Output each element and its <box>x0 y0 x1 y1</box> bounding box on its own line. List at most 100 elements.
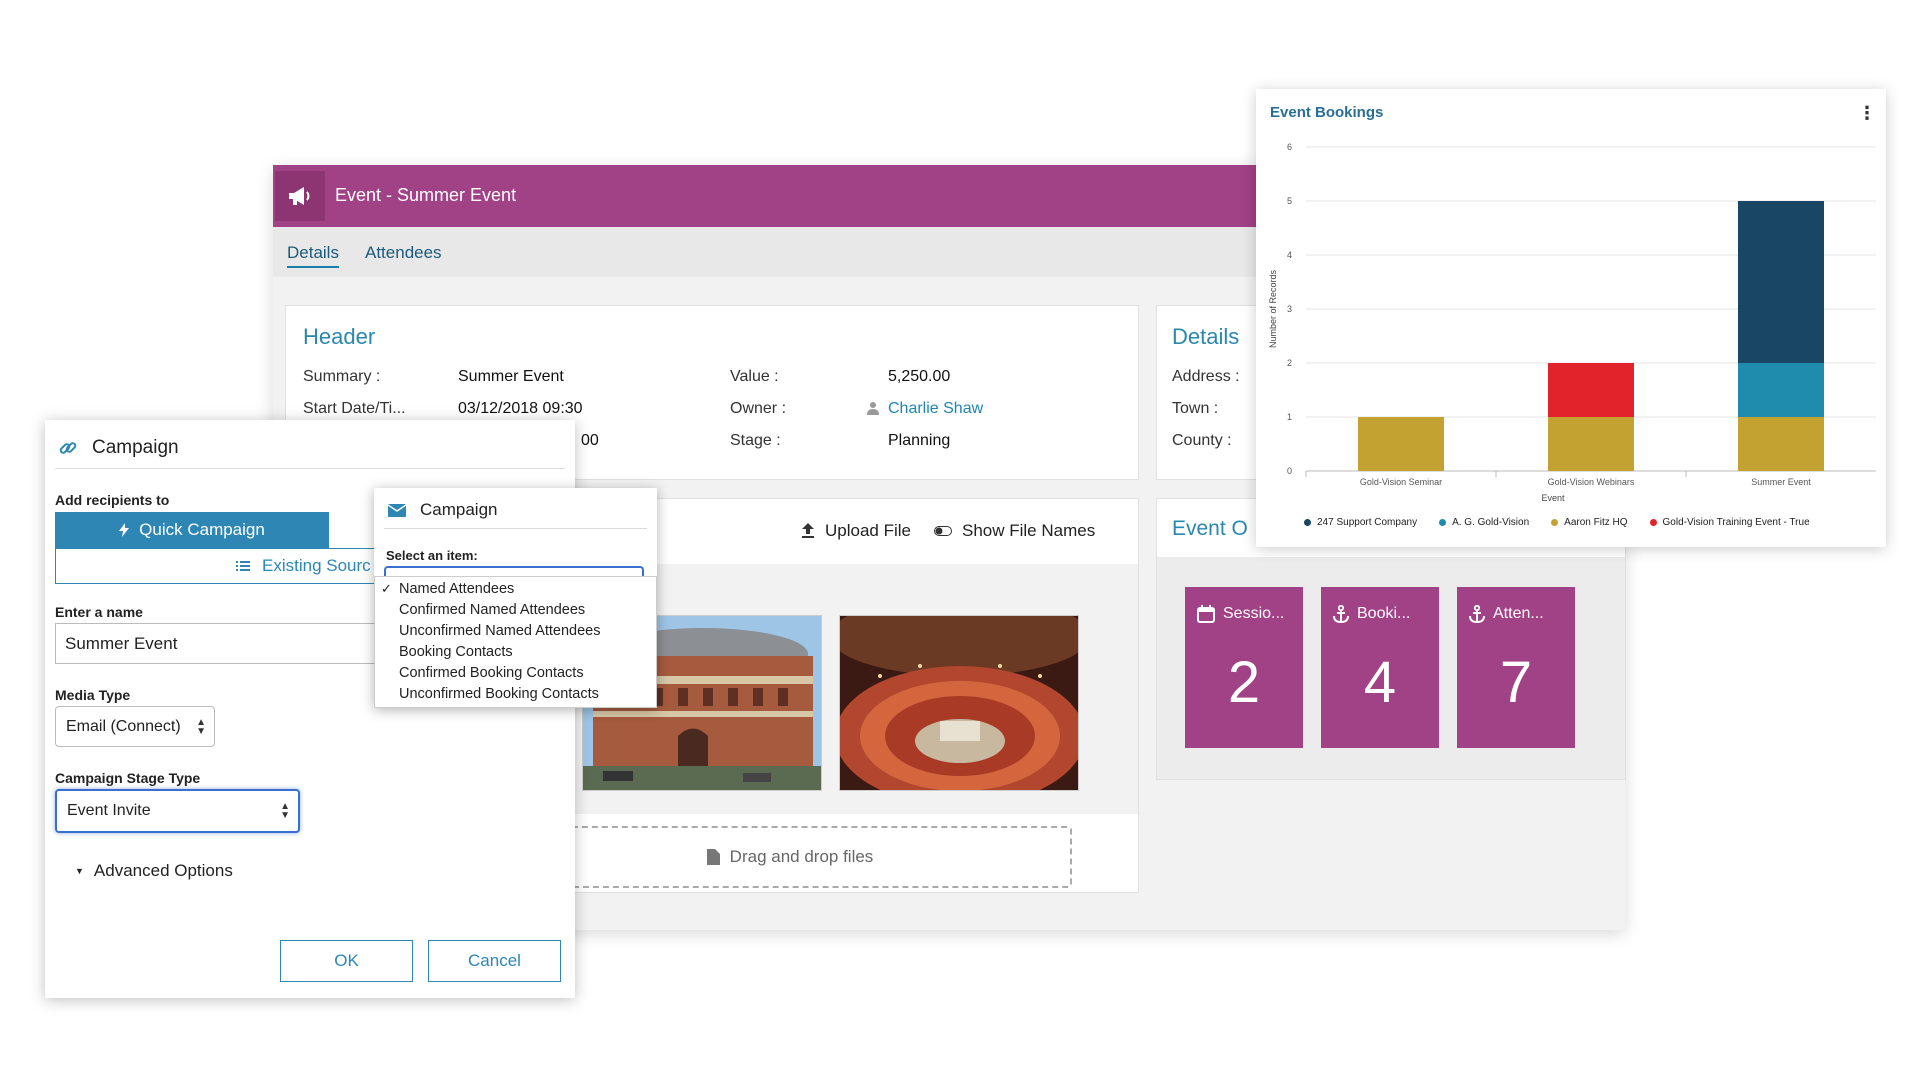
overview-card-title: Event O <box>1172 517 1248 540</box>
stage-type-label: Campaign Stage Type <box>55 770 201 786</box>
town-label: Town : <box>1172 400 1219 417</box>
tile-attendees-value: 7 <box>1499 650 1533 715</box>
y-tick-label: 1 <box>1287 412 1292 422</box>
option-unconfirmed-named-attendees[interactable]: Unconfirmed Named Attendees <box>375 623 656 644</box>
lightning-icon <box>119 523 130 537</box>
media-type-label: Media Type <box>55 687 131 703</box>
legend-item[interactable]: A. G. Gold-Vision <box>1439 517 1529 528</box>
option-confirmed-booking-contacts[interactable]: Confirmed Booking Contacts <box>375 665 656 686</box>
y-tick-label: 4 <box>1287 250 1292 260</box>
start-date-label: Start Date/Ti... <box>303 400 406 417</box>
legend-dot-icon <box>1551 519 1559 526</box>
option-label: Unconfirmed Booking Contacts <box>399 686 599 702</box>
owner-link[interactable]: Charlie Shaw <box>888 400 983 418</box>
tab-details[interactable]: Details <box>287 243 339 268</box>
tile-attendees-label: Atten... <box>1493 605 1544 622</box>
y-tick-label: 2 <box>1287 358 1292 368</box>
tile-sessions[interactable]: Sessio... 2 <box>1185 587 1303 748</box>
media-type-select[interactable]: Email (Connect) ▲ ▼ <box>55 706 215 747</box>
select-item-field[interactable] <box>384 566 644 576</box>
user-icon <box>866 401 880 420</box>
option-label: Confirmed Named Attendees <box>399 602 586 618</box>
name-label: Enter a name <box>55 604 143 620</box>
venue-interior-photo[interactable] <box>839 615 1079 791</box>
advanced-options-toggle[interactable]: ▼ Advanced Options <box>75 861 233 881</box>
quick-campaign-label: Quick Campaign <box>139 520 265 539</box>
legend-label: A. G. Gold-Vision <box>1452 517 1530 528</box>
option-unconfirmed-booking-contacts[interactable]: Unconfirmed Booking Contacts <box>375 686 656 707</box>
caret-down-icon: ▼ <box>75 866 84 876</box>
option-named-attendees[interactable]: ✓ Named Attendees <box>375 581 656 602</box>
legend-dot-icon <box>1649 519 1657 526</box>
stage-label: Stage : <box>730 432 781 449</box>
media-type-value: Email (Connect) <box>66 717 181 735</box>
option-label: Named Attendees <box>399 581 515 597</box>
upload-file-button[interactable]: Upload File <box>801 521 911 541</box>
file-dropzone[interactable]: Drag and drop files <box>508 826 1072 888</box>
cancel-button[interactable]: Cancel <box>428 940 561 982</box>
tile-attendees[interactable]: Atten... 7 <box>1457 587 1575 748</box>
bar-segment <box>1738 201 1824 363</box>
option-label: Unconfirmed Named Attendees <box>399 623 601 639</box>
y-axis-title: Number of Records <box>1268 269 1278 348</box>
link-icon <box>58 438 78 463</box>
legend-item[interactable]: Gold-Vision Training Event - True <box>1649 517 1810 528</box>
event-bookings-chart-card: 0 1 2 3 4 5 6 Number of Records Gold-Vision Semi… <box>1256 89 1886 547</box>
select-item-popup: Campaign Select an item: ✓ Named Attendee… <box>374 488 657 708</box>
details-card-title: Details <box>1172 324 1240 349</box>
upload-icon <box>802 523 814 538</box>
option-list: ✓ Named Attendees Confirmed Named Attende… <box>374 576 657 708</box>
end-date-value: 00 <box>581 432 599 449</box>
value-value: 5,250.00 <box>888 368 951 385</box>
legend-item[interactable]: Aaron Fitz HQ <box>1551 517 1628 528</box>
option-confirmed-named-attendees[interactable]: Confirmed Named Attendees <box>375 602 656 623</box>
y-tick-label: 5 <box>1287 196 1292 206</box>
checkmark-icon: ✓ <box>381 581 392 596</box>
show-file-names-label: Show File Names <box>962 521 1096 540</box>
county-label: County : <box>1172 432 1232 449</box>
campaign-dialog-title: Campaign <box>92 437 179 458</box>
x-tick-label: Gold-Vision Seminar <box>1360 477 1442 487</box>
x-axis-title: Event <box>1541 493 1565 503</box>
tile-sessions-value: 2 <box>1227 650 1261 715</box>
quick-campaign-button[interactable]: Quick Campaign <box>55 512 329 548</box>
dropzone-label: Drag and drop files <box>729 847 874 866</box>
kebab-menu-icon[interactable]: ⋮ <box>1858 103 1876 124</box>
existing-source-label: Existing Sourc <box>262 556 371 575</box>
tile-bookings-label: Booki... <box>1357 605 1411 622</box>
ok-button[interactable]: OK <box>280 940 413 982</box>
file-icon <box>706 849 720 865</box>
y-tick-label: 6 <box>1287 142 1292 152</box>
bar-segment <box>1548 363 1634 417</box>
header-card-title: Header <box>303 324 376 349</box>
tile-sessions-label: Sessio... <box>1223 605 1285 622</box>
bar-segment <box>1738 417 1824 471</box>
stage-type-select[interactable]: Event Invite ▲ ▼ <box>55 789 300 833</box>
legend-label: Aaron Fitz HQ <box>1564 517 1628 528</box>
x-tick-label: Summer Event <box>1751 477 1811 487</box>
legend-label: Gold-Vision Training Event - True <box>1662 517 1810 528</box>
anchor-icon <box>1469 605 1485 623</box>
y-tick-label: 3 <box>1287 304 1292 314</box>
envelope-icon <box>387 504 407 522</box>
select-arrows-icon: ▲ ▼ <box>280 801 290 821</box>
select-arrows-icon: ▲ ▼ <box>196 717 206 737</box>
legend-label: 247 Support Company <box>1317 517 1418 528</box>
show-file-names-toggle[interactable]: Show File Names <box>934 521 1095 541</box>
legend-item[interactable]: 247 Support Company <box>1304 517 1417 528</box>
option-label: Confirmed Booking Contacts <box>399 665 584 681</box>
legend-dot-icon <box>1439 519 1447 526</box>
option-booking-contacts[interactable]: Booking Contacts <box>375 644 656 665</box>
y-tick-label: 0 <box>1287 466 1292 476</box>
bar-segment <box>1548 417 1634 471</box>
bar-segment <box>1358 417 1444 471</box>
x-tick-label: Gold-Vision Webinars <box>1548 477 1635 487</box>
advanced-options-label: Advanced Options <box>93 861 233 880</box>
tile-bookings-value: 4 <box>1363 650 1397 715</box>
add-recipients-label: Add recipients to <box>55 492 170 508</box>
anchor-icon <box>1333 605 1349 623</box>
tab-attendees[interactable]: Attendees <box>365 243 442 263</box>
tile-bookings[interactable]: Booki... 4 <box>1321 587 1439 748</box>
calendar-icon <box>1197 605 1215 623</box>
summary-value: Summer Event <box>458 368 564 385</box>
